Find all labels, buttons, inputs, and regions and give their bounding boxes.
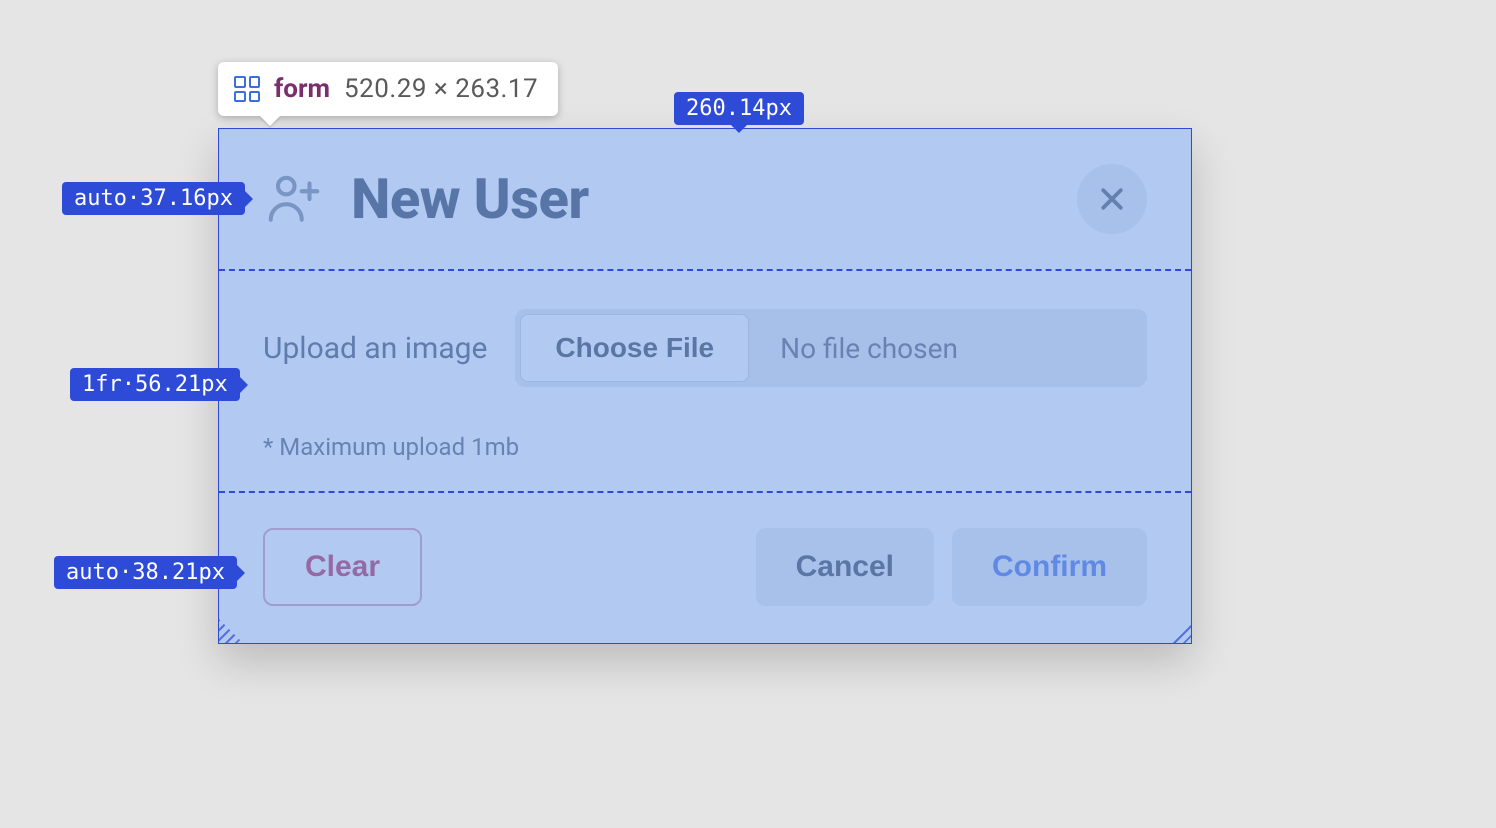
upload-label: Upload an image (263, 331, 487, 366)
grid-row3-size-pill: auto·38.21px (54, 556, 237, 589)
close-button[interactable] (1077, 164, 1147, 234)
grid-row1-size-pill: auto·37.16px (62, 182, 245, 215)
file-status: No file chosen (754, 332, 958, 365)
choose-file-button[interactable]: Choose File (520, 314, 749, 382)
dialog-body: Upload an image Choose File No file chos… (219, 269, 1191, 491)
grid-row2-size-pill: 1fr·56.21px (70, 368, 240, 401)
grid-icon (234, 76, 260, 102)
cancel-button[interactable]: Cancel (756, 528, 934, 606)
dialog-footer: Clear Cancel Confirm (219, 491, 1191, 643)
grid-col-size-pill: 260.14px (674, 92, 804, 125)
inspect-element-dims: 520.29 × 263.17 (344, 74, 538, 104)
file-input[interactable]: Choose File No file chosen (515, 309, 1147, 387)
dialog-header: New User (219, 129, 1191, 269)
user-plus-icon (263, 168, 325, 230)
inspect-tooltip: form 520.29 × 263.17 (218, 62, 558, 116)
inspect-element-tag: form (274, 74, 330, 104)
clear-button[interactable]: Clear (263, 528, 422, 606)
confirm-button[interactable]: Confirm (952, 528, 1147, 606)
new-user-dialog: New User Upload an image Choose File No … (218, 128, 1192, 644)
upload-hint: * Maximum upload 1mb (263, 433, 1147, 461)
close-icon (1097, 184, 1127, 214)
dialog-title: New User (351, 166, 589, 232)
upload-row: Upload an image Choose File No file chos… (263, 309, 1147, 387)
